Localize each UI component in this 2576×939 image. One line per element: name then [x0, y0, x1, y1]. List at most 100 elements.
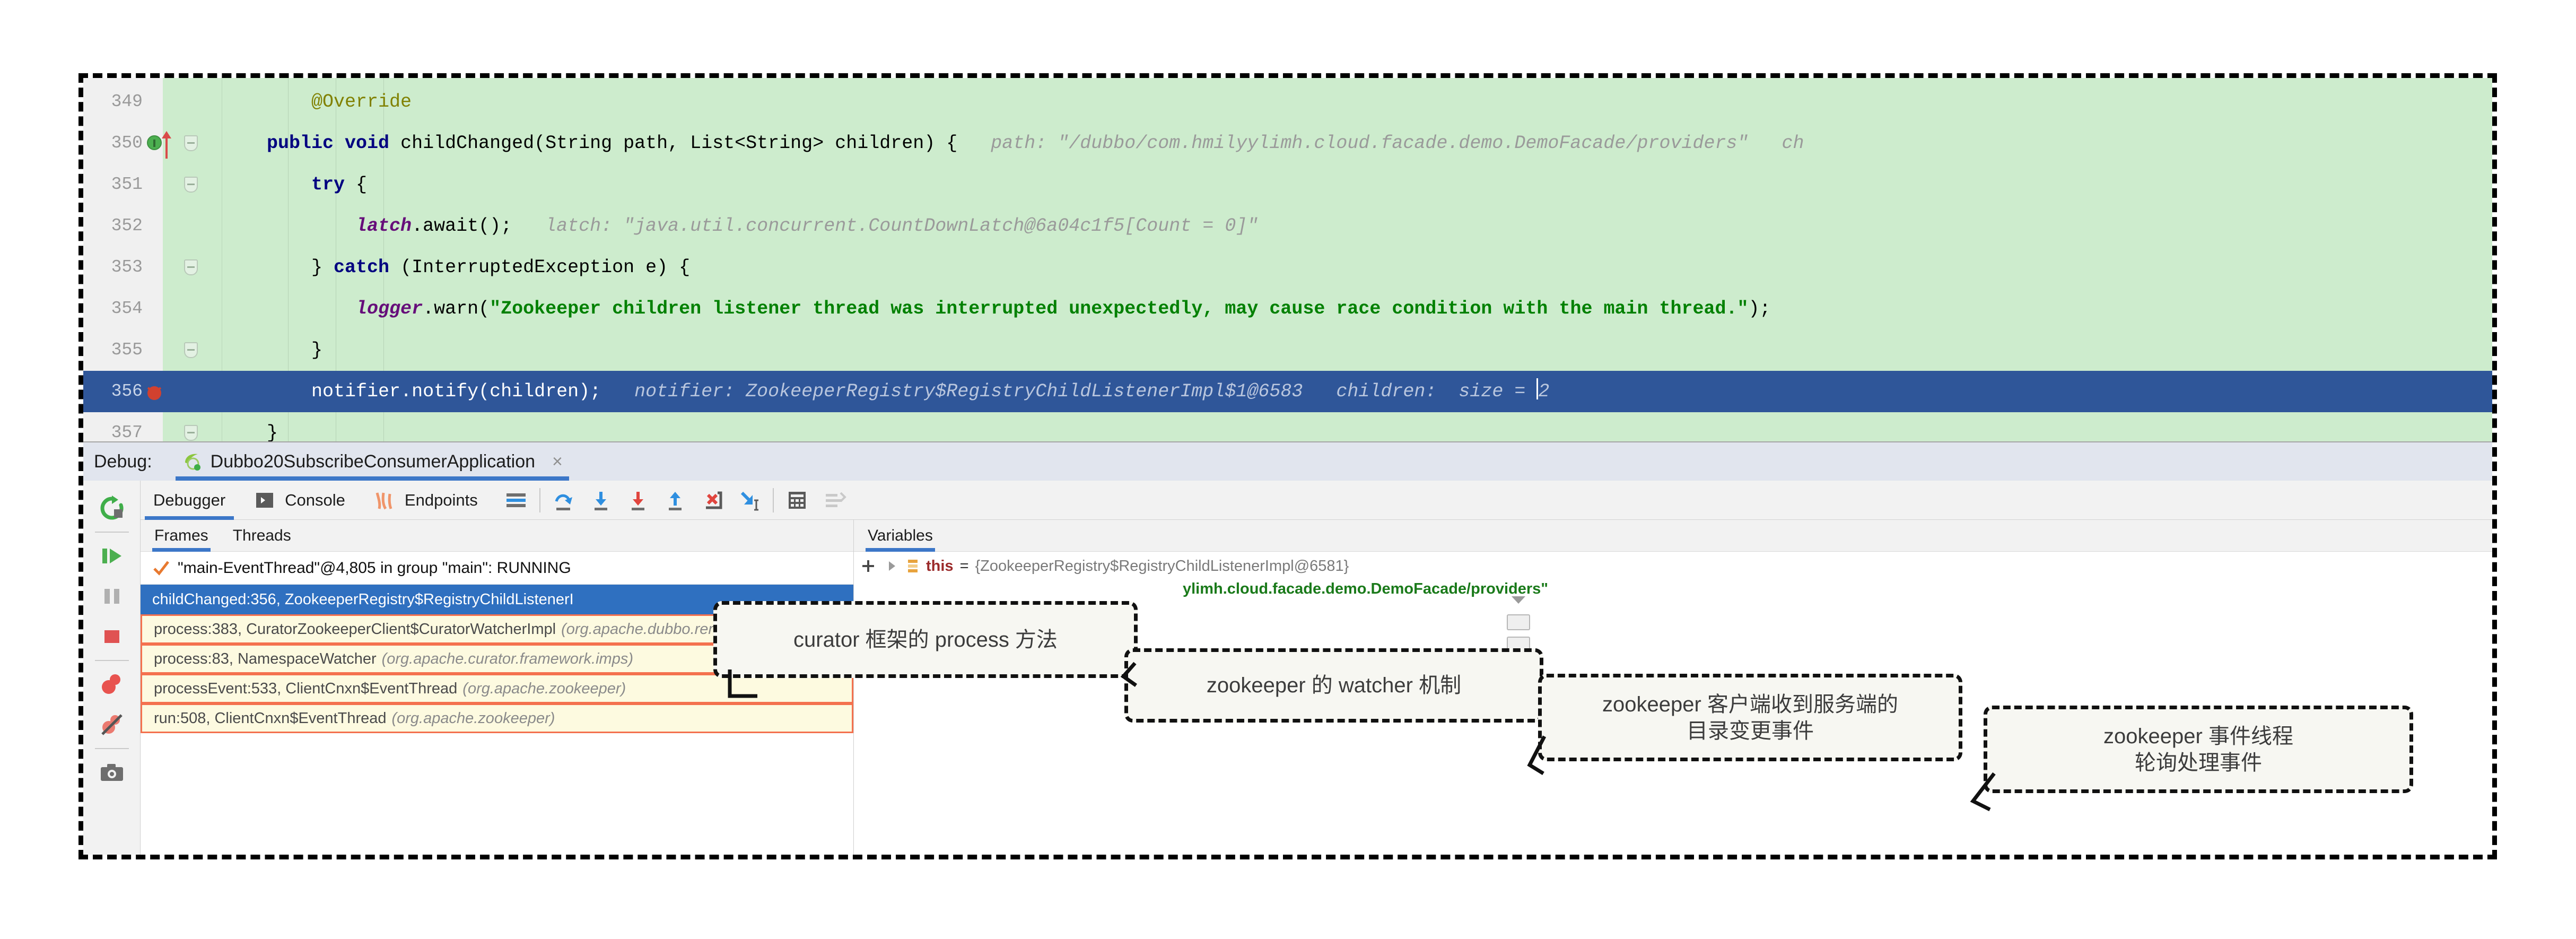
debug-session-tab[interactable]: Dubbo20SubscribeConsumerApplication × — [176, 442, 569, 481]
run-to-cursor-icon[interactable] — [736, 486, 763, 514]
frame-call: run:508, ClientCnxn$EventThread — [154, 710, 386, 727]
stop-button[interactable] — [83, 616, 141, 657]
rerun-button[interactable] — [83, 488, 141, 528]
resume-program-button[interactable] — [83, 536, 141, 576]
mute-breakpoints-button[interactable] — [83, 705, 141, 745]
variables-row-path[interactable]: ylimh.cloud.facade.demo.DemoFacade/provi… — [854, 575, 2492, 598]
line-number: 352 — [83, 205, 143, 247]
tab-variables[interactable]: Variables — [868, 520, 933, 552]
thread-selector[interactable]: "main-EventThread"@4,805 in group "main"… — [141, 552, 853, 585]
frame-call: process:83, NamespaceWatcher — [154, 650, 377, 668]
debug-session-name: Dubbo20SubscribeConsumerApplication — [211, 451, 535, 472]
tab-debugger[interactable]: Debugger — [141, 481, 238, 520]
code-text: try { — [222, 164, 367, 205]
callout-zk-event-thread-tail — [1962, 764, 2031, 833]
tab-endpoints[interactable]: Endpoints — [358, 481, 491, 520]
frame-call: childChanged:356, ZookeeperRegistry$Regi… — [152, 591, 574, 608]
frame-call: process:383, CuratorZookeeperClient$Cura… — [154, 621, 556, 638]
evaluate-expression-icon[interactable] — [783, 486, 811, 514]
line-number: 354 — [83, 288, 143, 329]
code-line[interactable]: 355 } — [83, 329, 2492, 371]
tab-endpoints-label: Endpoints — [405, 491, 478, 510]
tab-frames[interactable]: Frames — [154, 520, 208, 552]
step-into-icon[interactable] — [587, 486, 615, 514]
code-text: } catch (InterruptedException e) { — [222, 247, 690, 288]
line-number: 353 — [83, 247, 143, 288]
callout-zk-watcher-tail — [1119, 658, 1183, 721]
tab-frames-label: Frames — [154, 527, 208, 545]
callout-zk-client-event: zookeeper 客户端收到服务端的 目录变更事件 — [1538, 674, 1962, 761]
tab-threads[interactable]: Threads — [233, 520, 291, 552]
callout-zk-client-event-line2: 目录变更事件 — [1687, 718, 1814, 744]
tab-variables-label: Variables — [868, 527, 933, 545]
code-line[interactable]: 351 try { — [83, 164, 2492, 205]
console-icon — [251, 486, 278, 514]
callout-zk-watcher-text: zookeeper 的 watcher 机制 — [1207, 672, 1461, 699]
drop-frame-icon[interactable] — [698, 486, 726, 514]
force-step-into-icon[interactable] — [624, 486, 652, 514]
frame-package: (org.apache.zookeeper) — [462, 680, 626, 698]
frame-package: (org.apache.zookeeper) — [391, 710, 555, 727]
code-fold-icon[interactable] — [184, 135, 198, 151]
pause-program-button[interactable] — [83, 576, 141, 616]
expand-chevron-icon[interactable] — [884, 558, 900, 574]
frame-button-1[interactable] — [1507, 614, 1530, 630]
close-icon[interactable]: × — [552, 451, 563, 472]
callout-zk-client-event-line1: zookeeper 客户端收到服务端的 — [1602, 691, 1898, 718]
callout-zk-watcher: zookeeper 的 watcher 机制 — [1124, 648, 1543, 723]
callout-zk-event-thread-line2: 轮询处理事件 — [2135, 750, 2262, 776]
code-line[interactable]: 354 logger.warn("Zookeeper children list… — [83, 288, 2492, 329]
frames-pane-tabs[interactable]: Frames Threads — [141, 520, 853, 552]
code-line[interactable]: 352 latch.await(); latch: "java.util.con… — [83, 205, 2492, 247]
line-number: 350 — [83, 123, 143, 164]
exception-breakpoint-icon[interactable] — [145, 382, 164, 402]
frame-package: (org.apache.curator.framework.imps) — [382, 650, 633, 668]
code-fold-icon[interactable] — [184, 342, 198, 358]
variable-path-value: ylimh.cloud.facade.demo.DemoFacade/provi… — [1183, 580, 1548, 598]
code-text: public void childChanged(String path, Li… — [222, 123, 1804, 164]
code-line[interactable]: 350 public void childChanged(String path… — [83, 123, 2492, 164]
callout-curator-process-tail — [726, 670, 800, 717]
step-out-icon[interactable] — [661, 486, 689, 514]
callout-curator-process-text: curator 框架的 process 方法 — [793, 627, 1058, 653]
screenshot-button[interactable] — [83, 752, 141, 793]
callout-curator-process: curator 框架的 process 方法 — [713, 601, 1138, 678]
line-number: 356 — [83, 371, 143, 412]
collapse-icon[interactable] — [1507, 592, 1530, 608]
add-watch-icon[interactable] — [859, 557, 877, 575]
code-text: logger.warn("Zookeeper children listener… — [222, 288, 1771, 329]
tab-console[interactable]: Console — [238, 481, 358, 520]
settings-icon[interactable] — [822, 486, 849, 514]
current-execution-arrow-icon — [160, 129, 173, 161]
variables-pane-header: Variables — [854, 520, 2492, 552]
variable-value: {ZookeeperRegistry$RegistryChildListener… — [975, 558, 1349, 575]
line-number: 351 — [83, 164, 143, 205]
code-line[interactable]: 349 @Override — [83, 81, 2492, 123]
thread-running-icon — [152, 559, 170, 577]
layout-settings-icon[interactable] — [502, 486, 530, 514]
line-number: 355 — [83, 329, 143, 371]
variable-equals: = — [960, 558, 969, 575]
frame-call: processEvent:533, ClientCnxn$EventThread — [154, 680, 457, 698]
code-editor[interactable]: 349 @Override350 public void childChange… — [83, 78, 2492, 451]
step-over-icon[interactable] — [550, 486, 578, 514]
code-fold-icon[interactable] — [184, 177, 198, 193]
code-text: @Override — [222, 81, 412, 123]
code-fold-icon[interactable] — [184, 425, 198, 441]
variables-row-this[interactable]: this = {ZookeeperRegistry$RegistryChildL… — [854, 552, 2492, 575]
callout-zk-event-thread: zookeeper 事件线程 轮询处理事件 — [1984, 706, 2413, 793]
debug-titlebar: Debug: Dubbo20SubscribeConsumerApplicati… — [83, 442, 2492, 481]
tab-console-label: Console — [285, 491, 345, 510]
code-text: latch.await(); latch: "java.util.concurr… — [222, 205, 1258, 247]
debug-actions-rail[interactable] — [83, 481, 141, 855]
callout-zk-client-event-tail — [1522, 732, 1591, 801]
code-text: } — [222, 329, 322, 371]
code-fold-icon[interactable] — [184, 259, 198, 275]
line-number: 349 — [83, 81, 143, 123]
tab-threads-label: Threads — [233, 527, 291, 545]
code-line[interactable]: 353 } catch (InterruptedException e) { — [83, 247, 2492, 288]
tab-debugger-label: Debugger — [153, 491, 225, 510]
debugger-toolbar[interactable]: Debugger Console — [141, 481, 2492, 520]
code-line[interactable]: 356 notifier.notify(children); notifier:… — [83, 371, 2492, 412]
view-breakpoints-button[interactable] — [83, 664, 141, 705]
